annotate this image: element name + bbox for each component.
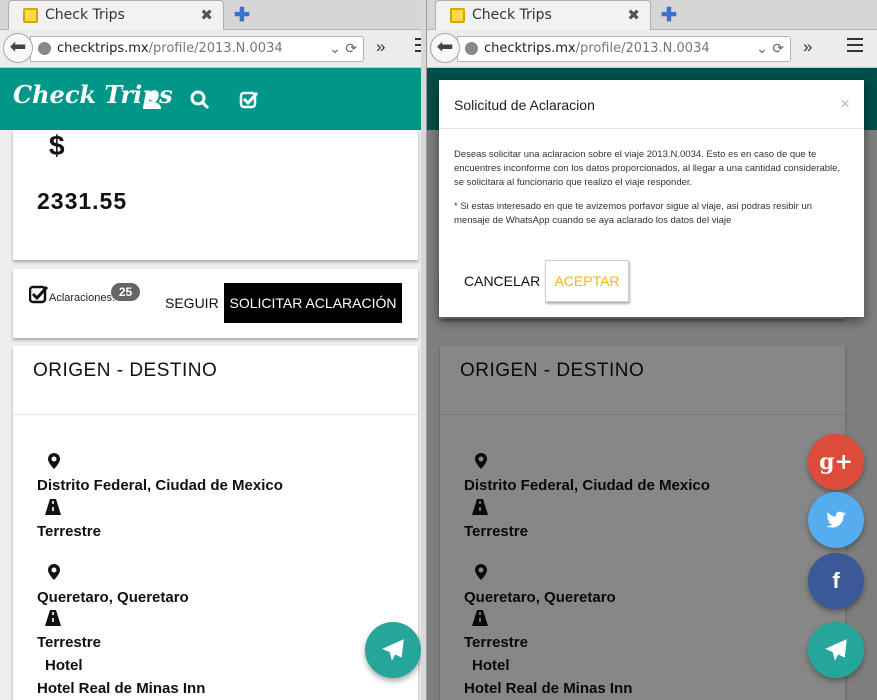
- page-viewport: Check Trips ORIGEN - DESTINO Distrito Fe…: [427, 68, 877, 700]
- new-tab-icon[interactable]: ✚: [234, 4, 250, 27]
- transport-type: Terrestre: [37, 523, 101, 540]
- reload-icon[interactable]: ⌄ ⟳: [756, 37, 784, 61]
- new-tab-icon[interactable]: ✚: [661, 4, 677, 27]
- user-icon[interactable]: [142, 90, 162, 110]
- app-header: Check Trips: [0, 68, 421, 130]
- transport-type: Terrestre: [37, 634, 101, 651]
- accept-button[interactable]: ACEPTAR: [545, 260, 629, 302]
- overflow-chevron-icon[interactable]: »: [803, 37, 812, 57]
- tab-bar: Check Trips ✖ ✚: [0, 0, 421, 30]
- tab-title: Check Trips: [45, 7, 125, 23]
- favicon-icon: [23, 8, 38, 23]
- close-tab-icon[interactable]: ✖: [627, 6, 640, 24]
- actions-card: Aclaraciones: 25 SEGUIR SOLICITAR ACLARA…: [13, 269, 418, 338]
- lodging-type: Hotel: [45, 657, 83, 674]
- url-host: checktrips.mx: [57, 41, 149, 56]
- menu-icon[interactable]: [415, 38, 421, 56]
- google-plus-icon: g+: [819, 449, 853, 475]
- twitter-share-button[interactable]: [808, 492, 864, 548]
- aclaraciones-count-badge: 25: [111, 283, 140, 301]
- browser-window-right: Check Trips ✖ ✚ checktrips.mx/profile/20…: [426, 0, 877, 700]
- globe-icon: [38, 42, 51, 55]
- paper-plane-icon: [382, 639, 404, 661]
- cost-card: $ 2331.55: [13, 130, 418, 260]
- checklist-icon[interactable]: [239, 90, 259, 110]
- page-viewport: Check Trips $ 2331.55 Aclaraciones: 25 S…: [0, 68, 421, 700]
- map-pin-icon: [48, 453, 60, 469]
- url-bar[interactable]: checktrips.mx/profile/2013.N.0034 ⌄ ⟳: [30, 36, 364, 62]
- origin-name: Distrito Federal, Ciudad de Mexico: [37, 477, 283, 494]
- twitter-icon: [826, 511, 846, 528]
- lodging-name: Hotel Real de Minas Inn: [37, 680, 206, 697]
- divider: [439, 128, 864, 129]
- url-bar[interactable]: checktrips.mx/profile/2013.N.0034 ⌄ ⟳: [457, 36, 791, 62]
- dialog-note: * Si estas interesado en que te avizemos…: [454, 201, 813, 226]
- back-button[interactable]: ⬅: [3, 33, 33, 63]
- route-card: ORIGEN - DESTINO Distrito Federal, Ciuda…: [13, 346, 418, 700]
- road-icon: [45, 499, 61, 515]
- currency-symbol: $: [49, 130, 65, 161]
- close-icon[interactable]: ×: [840, 94, 850, 114]
- menu-icon[interactable]: [847, 38, 863, 56]
- send-fab[interactable]: [365, 622, 421, 678]
- url-path: /profile/2013.N.0034: [148, 41, 283, 56]
- paper-plane-icon: [825, 639, 847, 661]
- browser-window-left: Check Trips ✖ ✚ checktrips.mx/profile/20…: [0, 0, 421, 700]
- nav-toolbar: checktrips.mx/profile/2013.N.0034 ⌄ ⟳ ⬅ …: [0, 30, 421, 68]
- aclaracion-dialog: Solicitud de Aclaracion × Deseas solicit…: [439, 80, 864, 317]
- route-title: ORIGEN - DESTINO: [33, 360, 218, 381]
- globe-icon: [465, 42, 478, 55]
- nav-toolbar: checktrips.mx/profile/2013.N.0034 ⌄ ⟳ ⬅ …: [427, 30, 877, 68]
- search-icon[interactable]: [190, 90, 210, 110]
- url-path: /profile/2013.N.0034: [575, 41, 710, 56]
- dialog-title: Solicitud de Aclaracion: [454, 97, 595, 113]
- favicon-icon: [450, 8, 465, 23]
- aclaraciones-label: Aclaraciones:: [49, 292, 116, 304]
- dialog-body: Deseas solicitar una aclaracion sobre el…: [454, 149, 841, 188]
- url-host: checktrips.mx: [484, 41, 576, 56]
- back-button[interactable]: ⬅: [430, 33, 460, 63]
- facebook-share-button[interactable]: f: [808, 553, 864, 609]
- seguir-button[interactable]: SEGUIR: [165, 295, 219, 311]
- google-plus-share-button[interactable]: g+: [808, 434, 864, 490]
- facebook-icon: f: [832, 568, 840, 593]
- browser-tab[interactable]: Check Trips ✖: [8, 0, 224, 30]
- overflow-chevron-icon[interactable]: »: [376, 37, 385, 57]
- solicitar-aclaracion-button[interactable]: SOLICITAR ACLARACIÓN: [224, 283, 402, 323]
- reload-icon[interactable]: ⌄ ⟳: [329, 37, 357, 61]
- destination-name: Queretaro, Queretaro: [37, 589, 189, 606]
- aclaraciones-check-icon: [29, 285, 49, 304]
- tab-bar: Check Trips ✖ ✚: [427, 0, 877, 30]
- browser-tab[interactable]: Check Trips ✖: [435, 0, 651, 30]
- trip-amount: 2331.55: [37, 188, 128, 214]
- divider: [13, 414, 418, 415]
- map-pin-icon: [48, 564, 60, 580]
- send-fab[interactable]: [808, 622, 864, 678]
- cancel-button[interactable]: CANCELAR: [464, 273, 540, 289]
- road-icon: [45, 610, 61, 626]
- tab-title: Check Trips: [472, 7, 552, 23]
- close-tab-icon[interactable]: ✖: [200, 6, 213, 24]
